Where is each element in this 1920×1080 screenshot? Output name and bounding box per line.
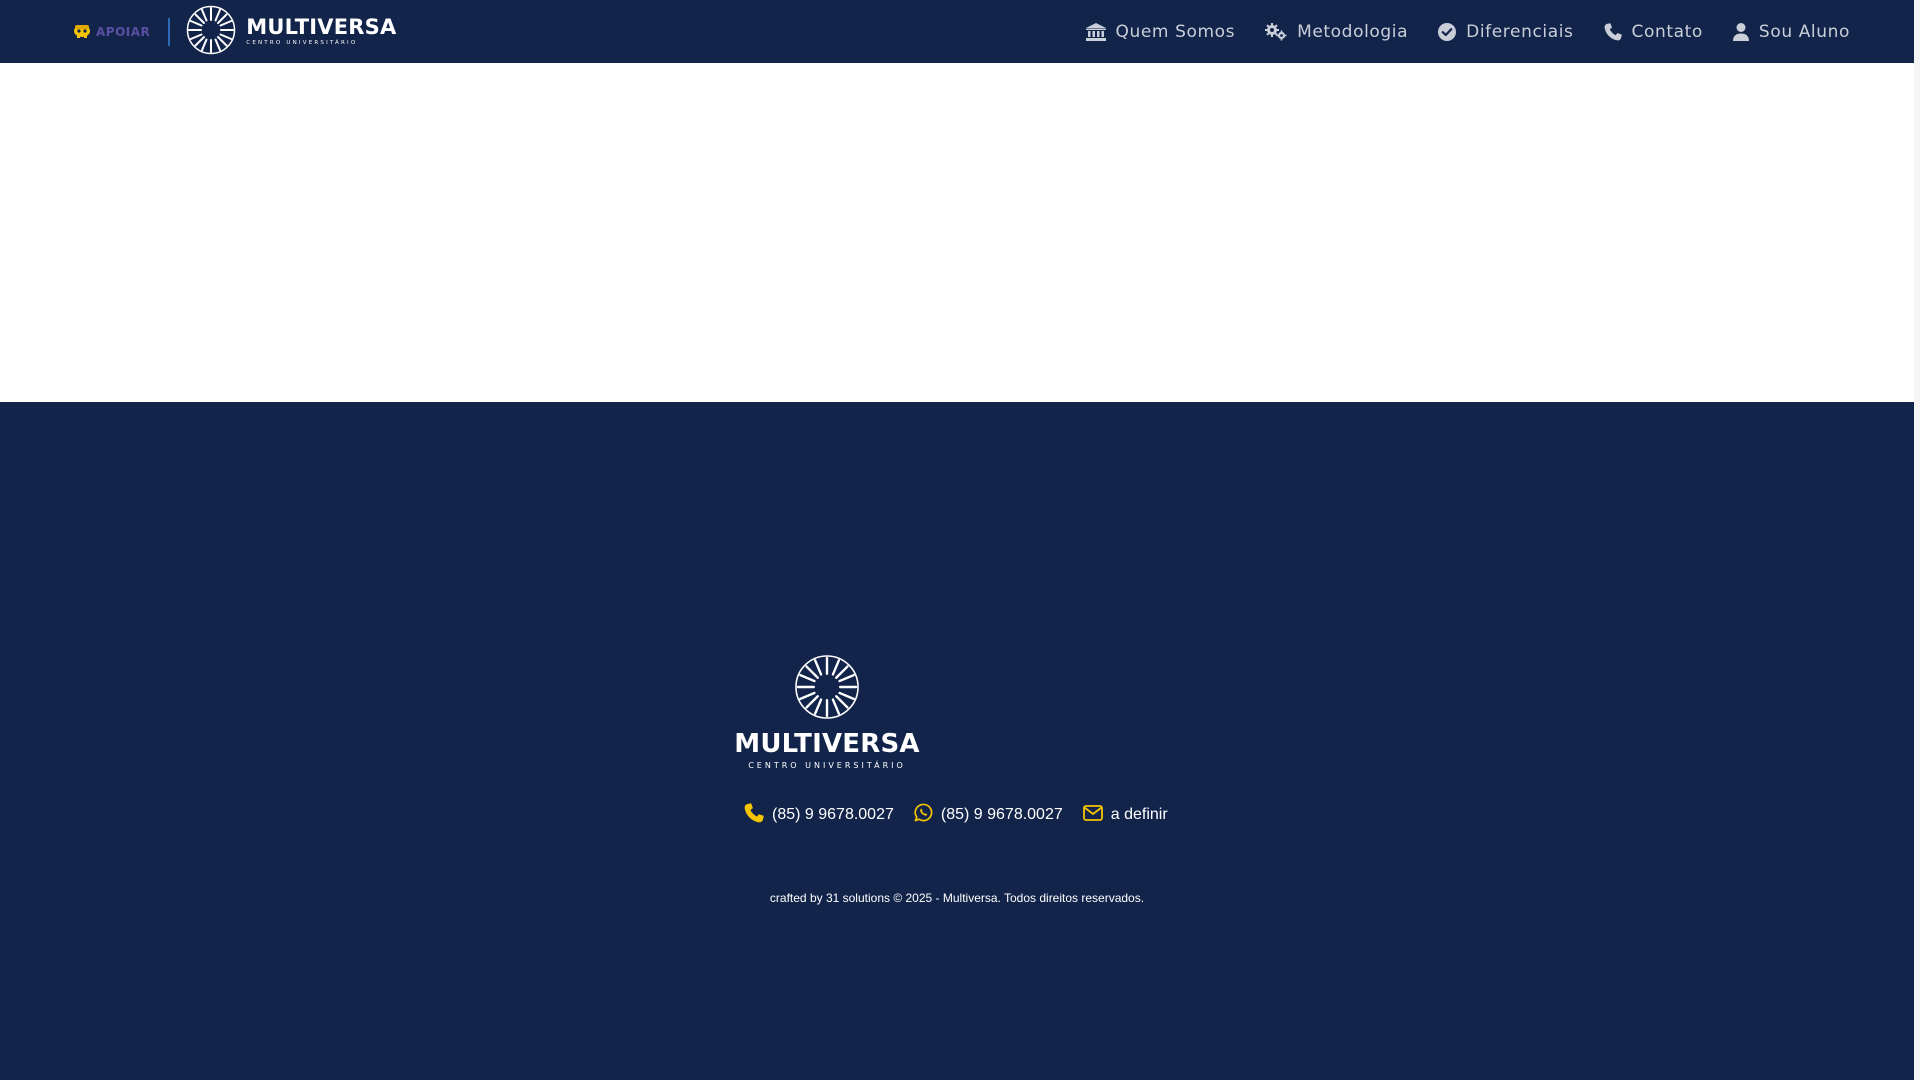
- phone-icon: [1604, 22, 1622, 41]
- nav-item-diferenciais[interactable]: Diferenciais: [1438, 22, 1573, 42]
- nav-label: Metodologia: [1297, 21, 1409, 42]
- user-icon: [1732, 22, 1749, 41]
- footer-brand-name: MULTIVERSA: [734, 729, 920, 759]
- nav-item-contato[interactable]: Contato: [1604, 22, 1703, 42]
- apoiar-logo-text: APOIAR: [96, 25, 151, 39]
- whatsapp-icon: [914, 803, 933, 827]
- contact-phone-text: (85) 9 9678.0027: [772, 806, 894, 823]
- apoiar-mascot-icon: [72, 22, 92, 43]
- brand-tagline: CENTRO UNIVERSITÁRIO: [246, 40, 358, 47]
- apoiar-logo[interactable]: APOIAR: [72, 6, 150, 58]
- contact-phone[interactable]: (85) 9 9678.0027: [744, 802, 894, 828]
- phone-icon: [744, 802, 764, 828]
- brand-divider: [168, 18, 171, 46]
- nav-label: Diferenciais: [1466, 21, 1574, 42]
- brand-name: MULTIVERSA: [246, 15, 397, 40]
- footer-logo[interactable]: MULTIVERSA CENTRO UNIVERSITÁRIO: [734, 654, 920, 770]
- multiversa-wordmark: MULTIVERSA CENTRO UNIVERSITÁRIO: [246, 17, 396, 47]
- contact-email[interactable]: a definir: [1082, 804, 1168, 826]
- institution-icon: [1085, 22, 1106, 41]
- copyright-text: crafted by 31 solutions © 2025 - Multive…: [769, 891, 1145, 905]
- multiversa-emblem-icon: [794, 654, 860, 725]
- nav-label: Sou Aluno: [1758, 21, 1850, 42]
- nav-label: Quem Somos: [1115, 21, 1236, 42]
- brand-area: APOIAR MULTIVERSA CENTRO UNIVERSITÁRIO: [72, 5, 396, 60]
- footer-brand-tagline: CENTRO UNIVERSITÁRIO: [748, 761, 906, 770]
- footer-contacts: (85) 9 9678.0027 (85) 9 9678.0027 a defi…: [744, 802, 1168, 828]
- page: APOIAR MULTIVERSA CENTRO UNIVERSITÁRIO Q…: [0, 0, 1914, 1080]
- envelope-icon: [1082, 804, 1103, 826]
- contact-whatsapp[interactable]: (85) 9 9678.0027: [914, 803, 1063, 827]
- top-header: APOIAR MULTIVERSA CENTRO UNIVERSITÁRIO Q…: [0, 0, 1914, 63]
- contact-whatsapp-text: (85) 9 9678.0027: [940, 806, 1063, 823]
- multiversa-logo[interactable]: MULTIVERSA CENTRO UNIVERSITÁRIO: [186, 5, 396, 60]
- multiversa-emblem-icon: [186, 5, 236, 60]
- nav-item-sou-aluno[interactable]: Sou Aluno: [1732, 21, 1850, 42]
- nav-item-quem-somos[interactable]: Quem Somos: [1085, 21, 1236, 42]
- scrollbar[interactable]: [1914, 0, 1920, 1080]
- check-circle-icon: [1438, 22, 1457, 41]
- hero-section: [0, 63, 1914, 402]
- nav-label: Contato: [1631, 21, 1703, 42]
- main-nav: Quem Somos Metodologia Diferenciais Cont…: [1085, 0, 1851, 63]
- contact-email-text: a definir: [1110, 806, 1168, 823]
- gears-icon: [1265, 22, 1287, 41]
- nav-item-metodologia[interactable]: Metodologia: [1265, 22, 1408, 42]
